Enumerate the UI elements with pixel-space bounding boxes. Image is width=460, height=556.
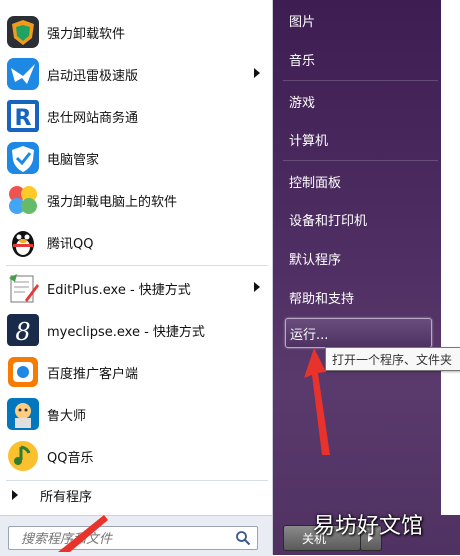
program-item-guanjia[interactable]: 电脑管家 xyxy=(2,138,270,178)
program-label: 百度推广客户端 xyxy=(47,366,139,382)
divider xyxy=(6,265,268,266)
link-computer[interactable]: 计算机 xyxy=(289,130,328,149)
shortcuts-panel: 图片 音乐 游戏 计算机 控制面板 设备和打印机 默认程序 帮助和支持 xyxy=(273,0,460,555)
all-programs-button[interactable]: 所有程序 xyxy=(2,482,270,508)
link-music[interactable]: 音乐 xyxy=(289,50,315,69)
program-item-uninstall-pc[interactable]: 强力卸载电脑上的软件 xyxy=(2,180,270,220)
divider xyxy=(283,80,438,81)
shield-uninstall-icon xyxy=(5,14,41,50)
search-bar xyxy=(0,515,272,556)
colorful-petals-icon xyxy=(5,182,41,218)
search-input[interactable] xyxy=(19,529,223,549)
submenu-arrow-icon[interactable] xyxy=(254,68,260,78)
ludashi-icon xyxy=(5,396,41,432)
program-label: myeclipse.exe - 快捷方式 xyxy=(47,324,205,340)
program-label: 腾讯QQ xyxy=(47,236,94,252)
divider xyxy=(6,480,268,481)
link-games[interactable]: 游戏 xyxy=(289,92,315,111)
run-button[interactable]: 运行... xyxy=(285,318,432,348)
baidu-promo-icon xyxy=(5,354,41,390)
program-item-uninstall[interactable]: 强力卸载软件 xyxy=(2,12,270,52)
link-control-panel[interactable]: 控制面板 xyxy=(289,172,341,191)
program-item-qqmusic[interactable]: QQ音乐 xyxy=(2,436,270,476)
thunder-bird-icon xyxy=(5,56,41,92)
link-devices-printers[interactable]: 设备和打印机 xyxy=(289,210,367,229)
all-programs-label: 所有程序 xyxy=(40,489,93,505)
shield-check-icon xyxy=(5,140,41,176)
program-label: QQ音乐 xyxy=(47,450,94,466)
triangle-right-icon xyxy=(12,490,18,500)
search-icon[interactable] xyxy=(235,530,251,546)
program-label: 强力卸载软件 xyxy=(47,26,126,42)
run-tooltip: 打开一个程序、文件夹 xyxy=(325,347,460,371)
svg-text:R: R xyxy=(15,106,32,131)
program-item-zhongshi[interactable]: R 忠仕网站商务通 xyxy=(2,96,270,136)
program-item-editplus[interactable]: EditPlus.exe - 快捷方式 xyxy=(2,268,270,308)
program-label: 鲁大师 xyxy=(47,408,87,424)
link-pictures[interactable]: 图片 xyxy=(289,11,315,30)
programs-panel: 强力卸载软件 启动迅雷极速版 R 忠仕网站商务通 电脑管家 强力卸载电脑上的软件… xyxy=(0,0,273,556)
tooltip-text: 打开一个程序、文件夹 xyxy=(332,353,453,367)
editplus-icon xyxy=(5,270,41,306)
qq-music-icon xyxy=(5,438,41,474)
qq-penguin-icon xyxy=(5,224,41,260)
program-item-ludashi[interactable]: 鲁大师 xyxy=(2,394,270,434)
submenu-arrow-icon[interactable] xyxy=(254,282,260,292)
search-box[interactable] xyxy=(8,526,258,550)
program-item-baidu[interactable]: 百度推广客户端 xyxy=(2,352,270,392)
divider xyxy=(283,160,438,161)
program-label: 启动迅雷极速版 xyxy=(47,68,139,84)
program-label: EditPlus.exe - 快捷方式 xyxy=(47,282,191,298)
program-item-myeclipse[interactable]: 8 myeclipse.exe - 快捷方式 xyxy=(2,310,270,350)
panel-edge xyxy=(441,0,460,515)
svg-text:8: 8 xyxy=(15,318,30,346)
myeclipse-icon: 8 xyxy=(5,312,41,348)
program-label: 忠仕网站商务通 xyxy=(47,110,139,126)
watermark: 易坊好文馆 xyxy=(313,514,424,539)
program-label: 电脑管家 xyxy=(47,152,100,168)
program-label: 强力卸载电脑上的软件 xyxy=(47,194,178,210)
link-help-support[interactable]: 帮助和支持 xyxy=(289,288,354,307)
run-label: 运行... xyxy=(290,328,329,343)
link-default-programs[interactable]: 默认程序 xyxy=(289,249,341,268)
program-item-thunder[interactable]: 启动迅雷极速版 xyxy=(2,54,270,94)
r-logo-icon: R xyxy=(5,98,41,134)
program-item-qq[interactable]: 腾讯QQ xyxy=(2,222,270,262)
